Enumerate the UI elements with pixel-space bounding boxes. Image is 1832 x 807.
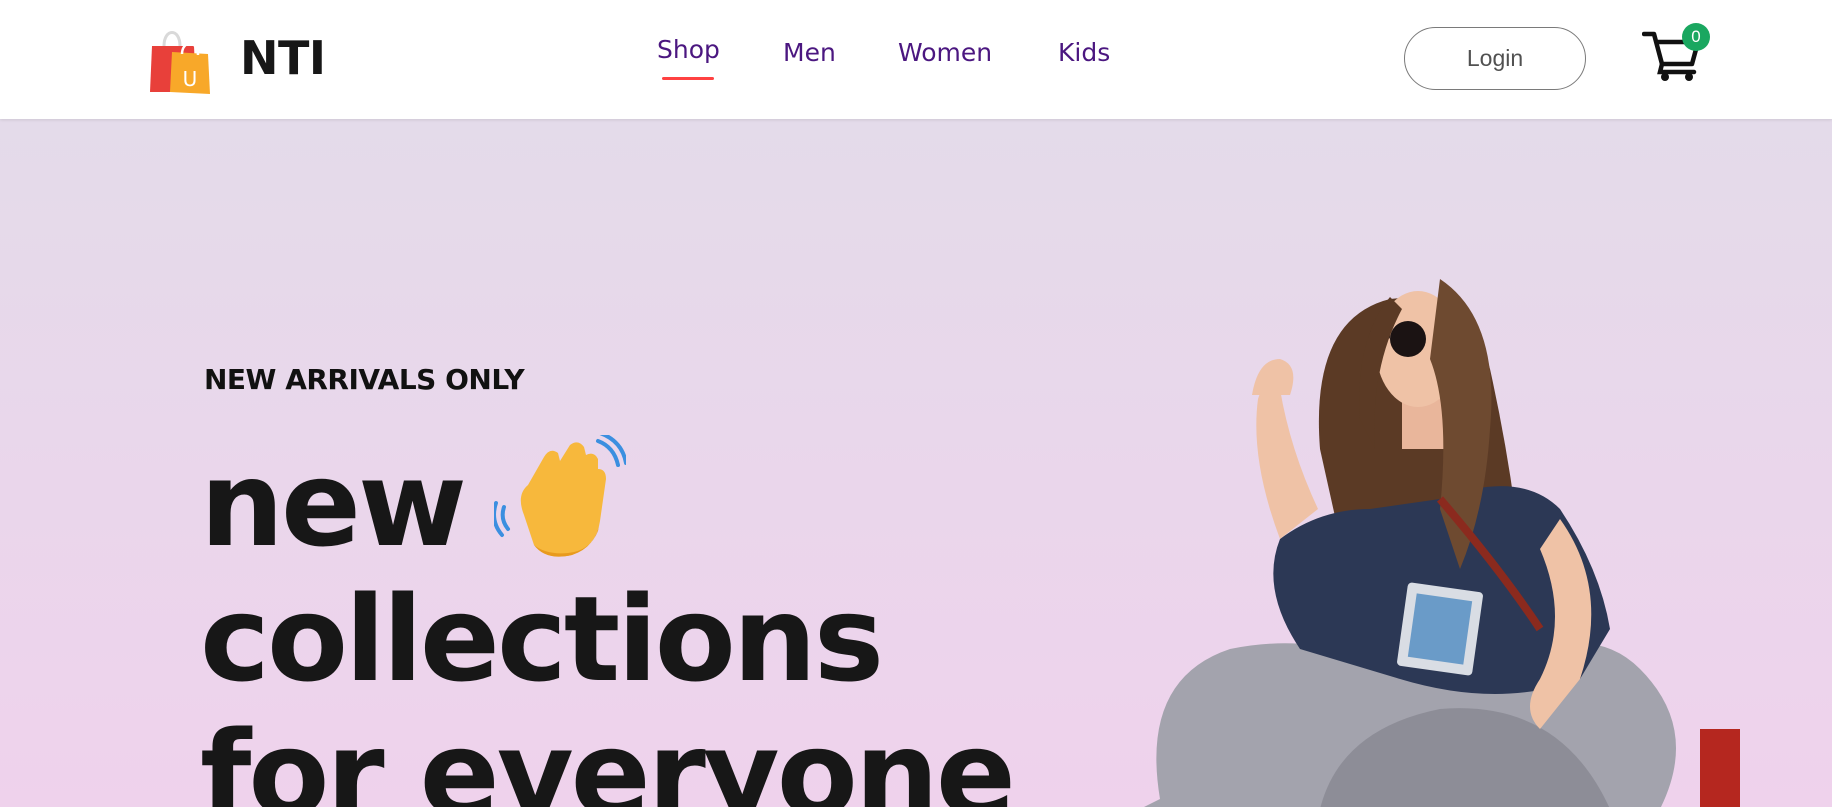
cart-count-badge: 0 <box>1682 23 1710 51</box>
hero-headline-line1: new <box>200 435 467 573</box>
hero-headline-line3: for everyone <box>200 705 1016 807</box>
navbar: U NTI Shop Men Women Kids Login 0 <box>0 0 1832 119</box>
hero-headline-line2: collections <box>200 570 884 708</box>
login-button[interactable]: Login <box>1404 27 1586 90</box>
brand-name: NTI <box>240 31 326 85</box>
waving-hand-icon <box>494 435 626 557</box>
nav-kids[interactable]: Kids <box>1058 38 1110 67</box>
brand-logo[interactable]: U NTI <box>150 22 326 94</box>
hero-section: NEW ARRIVALS ONLY new collections for ev… <box>0 119 1832 807</box>
nav-women[interactable]: Women <box>898 38 992 67</box>
nav-shop[interactable]: Shop <box>657 35 720 64</box>
nav-men[interactable]: Men <box>783 38 836 67</box>
hero-eyebrow: NEW ARRIVALS ONLY <box>204 363 525 396</box>
bag-letter: U <box>183 67 198 91</box>
active-nav-underline <box>662 77 714 80</box>
shopping-bag-icon: U <box>150 31 210 94</box>
hero-model-image <box>1144 279 1740 807</box>
